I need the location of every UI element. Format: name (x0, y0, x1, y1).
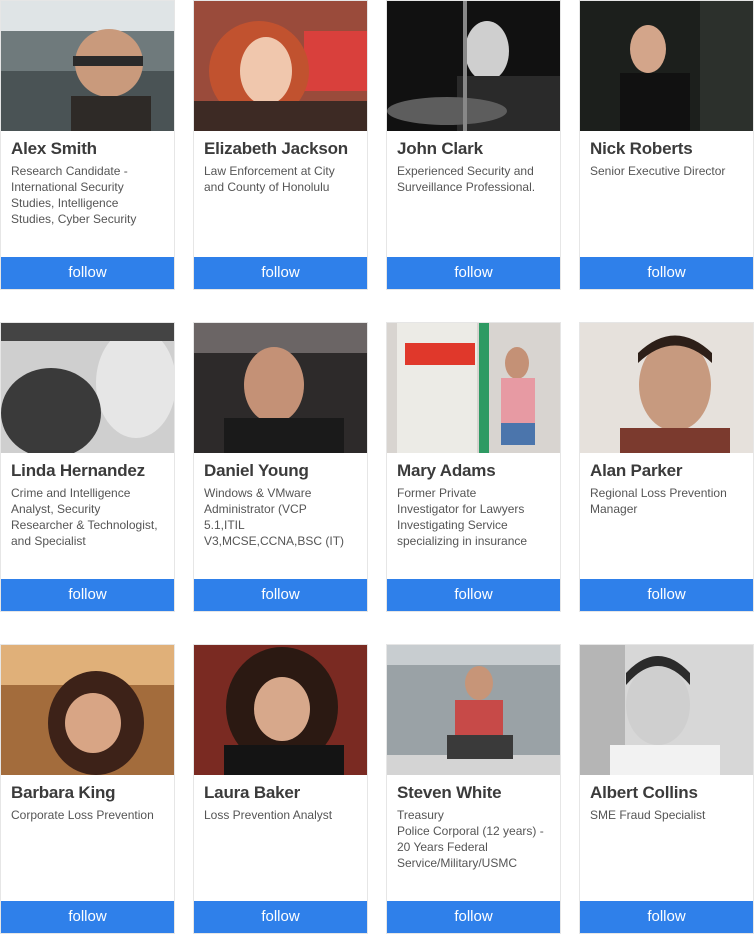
profile-title: Windows & VMware Administrator (VCP 5.1,… (204, 486, 345, 548)
profile-name[interactable]: Alex Smith (11, 139, 168, 159)
profile-title: Loss Prevention Analyst (204, 808, 333, 822)
profile-title: Regional Loss Prevention Manager (590, 486, 727, 516)
follow-button[interactable]: follow (1, 579, 174, 611)
profile-photo[interactable] (387, 1, 560, 131)
profile-name[interactable]: John Clark (397, 139, 554, 159)
profile-photo[interactable] (580, 645, 753, 775)
profile-photo[interactable] (194, 323, 367, 453)
profile-name[interactable]: Nick Roberts (590, 139, 747, 159)
profile-name[interactable]: Linda Hernandez (11, 461, 168, 481)
profile-card: Barbara King Corporate Loss Prevention f… (0, 644, 175, 934)
profile-photo[interactable] (580, 323, 753, 453)
profile-name[interactable]: Albert Collins (590, 783, 747, 803)
profile-name[interactable]: Barbara King (11, 783, 168, 803)
profile-title: SME Fraud Specialist (590, 808, 706, 822)
profile-photo[interactable] (194, 645, 367, 775)
follow-button[interactable]: follow (387, 901, 560, 933)
profile-photo[interactable] (194, 1, 367, 131)
follow-button[interactable]: follow (1, 901, 174, 933)
profile-title: Corporate Loss Prevention (11, 808, 154, 822)
profile-photo[interactable] (387, 645, 560, 775)
profile-name[interactable]: Daniel Young (204, 461, 361, 481)
profile-grid: Alex Smith Research Candidate - Internat… (0, 0, 756, 936)
profile-title: Former Private Investigator for Lawyers … (397, 486, 528, 548)
profile-card: Mary Adams Former Private Investigator f… (386, 322, 561, 612)
profile-name[interactable]: Elizabeth Jackson (204, 139, 361, 159)
follow-button[interactable]: follow (194, 579, 367, 611)
profile-card: Elizabeth Jackson Law Enforcement at Cit… (193, 0, 368, 290)
profile-card: Nick Roberts Senior Executive Director f… (579, 0, 754, 290)
profile-photo[interactable] (580, 1, 753, 131)
follow-button[interactable]: follow (580, 579, 753, 611)
profile-title: Crime and Intelligence Analyst, Security… (11, 486, 158, 548)
profile-title: Treasury Police Corporal (12 years) - 20… (397, 808, 544, 870)
profile-card: Alan Parker Regional Loss Prevention Man… (579, 322, 754, 612)
profile-title: Research Candidate - International Secur… (11, 164, 137, 226)
profile-card: John Clark Experienced Security and Surv… (386, 0, 561, 290)
profile-photo[interactable] (1, 323, 174, 453)
profile-card: Linda Hernandez Crime and Intelligence A… (0, 322, 175, 612)
profile-card: Albert Collins SME Fraud Specialist foll… (579, 644, 754, 934)
profile-title: Senior Executive Director (590, 164, 726, 178)
profile-photo[interactable] (1, 1, 174, 131)
profile-title: Experienced Security and Surveillance Pr… (397, 164, 536, 194)
follow-button[interactable]: follow (387, 579, 560, 611)
profile-name[interactable]: Steven White (397, 783, 554, 803)
follow-button[interactable]: follow (194, 257, 367, 289)
profile-card: Alex Smith Research Candidate - Internat… (0, 0, 175, 290)
profile-card: Steven White Treasury Police Corporal (1… (386, 644, 561, 934)
follow-button[interactable]: follow (194, 901, 367, 933)
follow-button[interactable]: follow (580, 257, 753, 289)
follow-button[interactable]: follow (387, 257, 560, 289)
profile-name[interactable]: Mary Adams (397, 461, 554, 481)
profile-name[interactable]: Alan Parker (590, 461, 747, 481)
profile-photo[interactable] (1, 645, 174, 775)
profile-name[interactable]: Laura Baker (204, 783, 361, 803)
profile-card: Daniel Young Windows & VMware Administra… (193, 322, 368, 612)
profile-title: Law Enforcement at City and County of Ho… (204, 164, 335, 194)
follow-button[interactable]: follow (580, 901, 753, 933)
profile-card: Laura Baker Loss Prevention Analyst foll… (193, 644, 368, 934)
profile-photo[interactable] (387, 323, 560, 453)
follow-button[interactable]: follow (1, 257, 174, 289)
